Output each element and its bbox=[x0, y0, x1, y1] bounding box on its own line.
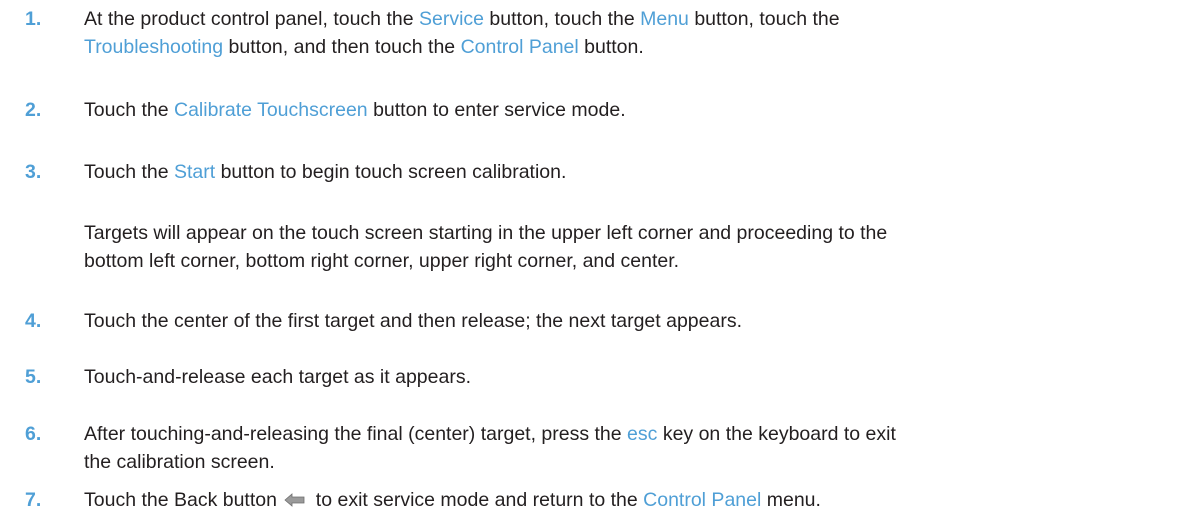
step-number: 6. bbox=[25, 423, 42, 445]
text-segment: key on the keyboard to exit bbox=[657, 423, 896, 445]
step-number: 1. bbox=[25, 8, 42, 30]
menu-button-ref: Menu bbox=[640, 8, 689, 30]
back-arrow-icon bbox=[284, 488, 306, 516]
esc-key-ref: esc bbox=[627, 423, 658, 445]
text-segment: At the product control panel, touch the bbox=[84, 8, 419, 30]
note-line: bottom left corner, bottom right corner,… bbox=[84, 250, 680, 272]
text-segment: button to begin touch screen calibration… bbox=[215, 161, 567, 183]
text-segment: Touch the Back button bbox=[84, 489, 283, 511]
control-panel-menu-ref: Control Panel bbox=[643, 489, 762, 511]
step-number: 2. bbox=[25, 99, 42, 121]
step-line: Touch the center of the first target and… bbox=[84, 310, 742, 332]
text-segment: button. bbox=[578, 36, 644, 58]
step-line: At the product control panel, touch the … bbox=[84, 5, 1179, 33]
step-text: After touching-and-releasing the final (… bbox=[84, 420, 1179, 476]
step-line: Touch the Calibrate Touchscreen button t… bbox=[84, 96, 1179, 124]
text-segment: button, and then touch the bbox=[223, 36, 461, 58]
step-line: Touch the Start button to begin touch sc… bbox=[84, 158, 1179, 186]
step-text: Touch the Back button to exit service mo… bbox=[84, 486, 1179, 514]
text-segment: After touching-and-releasing the final (… bbox=[84, 423, 628, 445]
text-segment: button to enter service mode. bbox=[367, 99, 626, 121]
text-segment: button, touch the bbox=[484, 8, 641, 30]
step-line: Touch-and-release each target as it appe… bbox=[84, 366, 471, 388]
step-text: Touch the Start button to begin touch sc… bbox=[84, 158, 1179, 186]
text-segment: to exit service mode and return to the bbox=[310, 489, 644, 511]
text-segment: button, touch the bbox=[688, 8, 840, 30]
step-number: 4. bbox=[25, 310, 42, 332]
step-number: 7. bbox=[25, 489, 42, 511]
note-line: Targets will appear on the touch screen … bbox=[84, 222, 888, 244]
start-button-ref: Start bbox=[173, 161, 216, 183]
troubleshooting-button-ref: Troubleshooting bbox=[84, 36, 224, 58]
step-text: At the product control panel, touch the … bbox=[84, 5, 1179, 61]
service-button-ref: Service bbox=[418, 8, 484, 30]
step-text: Touch-and-release each target as it appe… bbox=[84, 363, 1179, 391]
step-number: 5. bbox=[25, 366, 42, 388]
step-line: Troubleshooting button, and then touch t… bbox=[84, 33, 1179, 61]
step-line: Touch the Back button to exit service mo… bbox=[84, 486, 1179, 514]
text-segment: menu. bbox=[761, 489, 821, 511]
step-text: Touch the center of the first target and… bbox=[84, 307, 1179, 335]
step-number: 3. bbox=[25, 161, 42, 183]
text-segment: Touch the bbox=[84, 99, 174, 121]
note-text: Targets will appear on the touch screen … bbox=[84, 219, 1179, 275]
text-segment: Touch the bbox=[84, 161, 174, 183]
step-line: After touching-and-releasing the final (… bbox=[84, 420, 1179, 448]
step-line: the calibration screen. bbox=[84, 451, 275, 473]
calibrate-touchscreen-button-ref: Calibrate Touchscreen bbox=[173, 99, 368, 121]
control-panel-button-ref: Control Panel bbox=[460, 36, 579, 58]
step-text: Touch the Calibrate Touchscreen button t… bbox=[84, 96, 1179, 124]
